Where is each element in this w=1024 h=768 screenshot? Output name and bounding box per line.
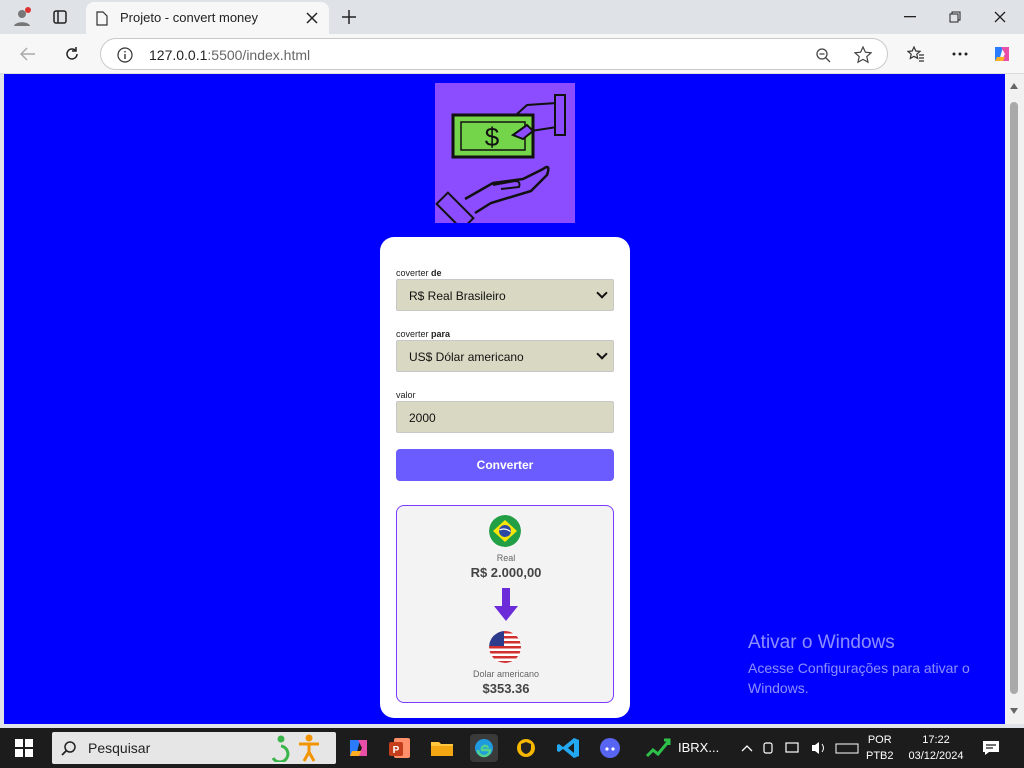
clock-date: 03/12/2024 xyxy=(908,750,964,762)
to-amount-value: $353.36 xyxy=(482,681,530,696)
chevron-down-icon xyxy=(596,348,608,360)
page-viewport: $ coverter de R$ Real Brasileiro coverte… xyxy=(4,74,1005,724)
to-currency-label: coverter para xyxy=(396,329,450,339)
keyboard-layout: PTB2 xyxy=(866,750,894,762)
svg-text:$: $ xyxy=(485,122,500,152)
arrow-down-icon xyxy=(492,588,520,622)
from-label-strong: de xyxy=(431,268,442,278)
search-icon xyxy=(60,739,78,757)
powerpoint-app-icon[interactable]: P xyxy=(386,734,414,762)
reload-icon[interactable] xyxy=(60,43,84,65)
convert-button[interactable]: Converter xyxy=(396,449,614,481)
brazil-flag-icon xyxy=(489,515,521,547)
from-currency-select[interactable]: R$ Real Brasileiro xyxy=(396,279,614,311)
address-bar[interactable]: 127.0.0.1:5500/index.html xyxy=(100,38,888,70)
amount-input[interactable]: 2000 xyxy=(396,401,614,433)
file-explorer-app-icon[interactable] xyxy=(428,734,456,762)
scroll-down-icon[interactable] xyxy=(1009,707,1019,715)
money-hands-logo: $ xyxy=(435,83,575,231)
copilot-icon[interactable] xyxy=(990,42,1014,66)
url-path: :5500/index.html xyxy=(207,47,311,63)
to-currency-name: Dolar americano xyxy=(472,669,540,679)
result-box: Real R$ 2.000,00 Dolar americano $353.36 xyxy=(396,505,614,703)
more-menu-icon[interactable] xyxy=(948,43,972,65)
to-currency-value: US$ Dólar americano xyxy=(409,350,524,364)
system-tray-icons[interactable] xyxy=(738,738,860,758)
search-placeholder: Pesquisar xyxy=(88,740,151,756)
windows-start-icon[interactable] xyxy=(14,738,34,758)
scroll-up-icon[interactable] xyxy=(1009,82,1019,90)
restore-icon[interactable] xyxy=(943,6,967,28)
svg-text:P: P xyxy=(393,745,400,756)
discord-app-icon[interactable] xyxy=(596,734,624,762)
taskbar-search[interactable]: Pesquisar xyxy=(52,732,336,764)
close-window-icon[interactable] xyxy=(988,6,1012,28)
to-label-strong: para xyxy=(431,329,451,339)
back-icon[interactable] xyxy=(16,43,40,65)
clock-time: 17:22 xyxy=(922,734,950,746)
minimize-icon[interactable] xyxy=(898,6,922,28)
from-currency-value: R$ Real Brasileiro xyxy=(409,289,506,303)
edge-app-icon[interactable] xyxy=(470,734,498,762)
url-text: 127.0.0.1:5500/index.html xyxy=(149,47,310,63)
notification-icon[interactable] xyxy=(980,738,1002,758)
converter-card: coverter de R$ Real Brasileiro coverter … xyxy=(380,237,630,718)
tab-actions-icon[interactable] xyxy=(48,6,72,28)
tab-active[interactable]: Projeto - convert money xyxy=(86,2,329,34)
url-host: 127.0.0.1 xyxy=(149,47,208,63)
accessibility-icon xyxy=(264,734,324,762)
stock-app-label: IBRX... xyxy=(678,740,720,755)
favorites-icon[interactable] xyxy=(904,43,928,65)
copilot-app-icon[interactable] xyxy=(344,734,372,762)
to-currency-select[interactable]: US$ Dólar americano xyxy=(396,340,614,372)
zoom-out-icon[interactable] xyxy=(813,45,833,65)
to-label-prefix: coverter xyxy=(396,329,432,339)
scrollbar-thumb[interactable] xyxy=(1010,102,1018,694)
favorite-star-icon[interactable] xyxy=(853,45,873,65)
vertical-scrollbar[interactable] xyxy=(1005,74,1024,724)
from-label-prefix: coverter xyxy=(396,268,432,278)
profile-icon[interactable] xyxy=(10,6,34,28)
windows-activation-watermark: Ativar o Windows Acesse Configurações pa… xyxy=(748,632,988,698)
from-currency-label: coverter de xyxy=(396,268,442,278)
tab-title: Projeto - convert money xyxy=(120,10,259,25)
new-tab-icon[interactable] xyxy=(338,6,360,28)
from-amount-value: R$ 2.000,00 xyxy=(470,565,542,580)
language-indicator[interactable]: POR PTB2 xyxy=(866,732,894,764)
windows-taskbar: Pesquisar P IBRX... POR PTB2 17:22 03/12… xyxy=(0,728,1024,768)
close-tab-icon[interactable] xyxy=(302,8,322,28)
amount-label: valor xyxy=(396,390,416,400)
site-info-icon[interactable] xyxy=(115,45,135,65)
stock-app-icon[interactable] xyxy=(644,734,672,762)
usa-flag-icon xyxy=(489,631,521,663)
language-code: POR xyxy=(867,734,892,746)
from-currency-name: Real xyxy=(496,553,516,563)
chevron-down-icon xyxy=(596,287,608,299)
watermark-subtitle: Acesse Configurações para ativar o Windo… xyxy=(748,660,970,696)
clock[interactable]: 17:22 03/12/2024 xyxy=(906,732,966,764)
browser-tab-bar: Projeto - convert money xyxy=(0,0,1024,34)
vpn-app-icon[interactable] xyxy=(512,734,540,762)
watermark-title: Ativar o Windows xyxy=(748,632,895,653)
vscode-app-icon[interactable] xyxy=(554,734,582,762)
page-icon xyxy=(94,9,110,27)
amount-value: 2000 xyxy=(409,411,436,425)
browser-toolbar: 127.0.0.1:5500/index.html xyxy=(0,34,1024,74)
